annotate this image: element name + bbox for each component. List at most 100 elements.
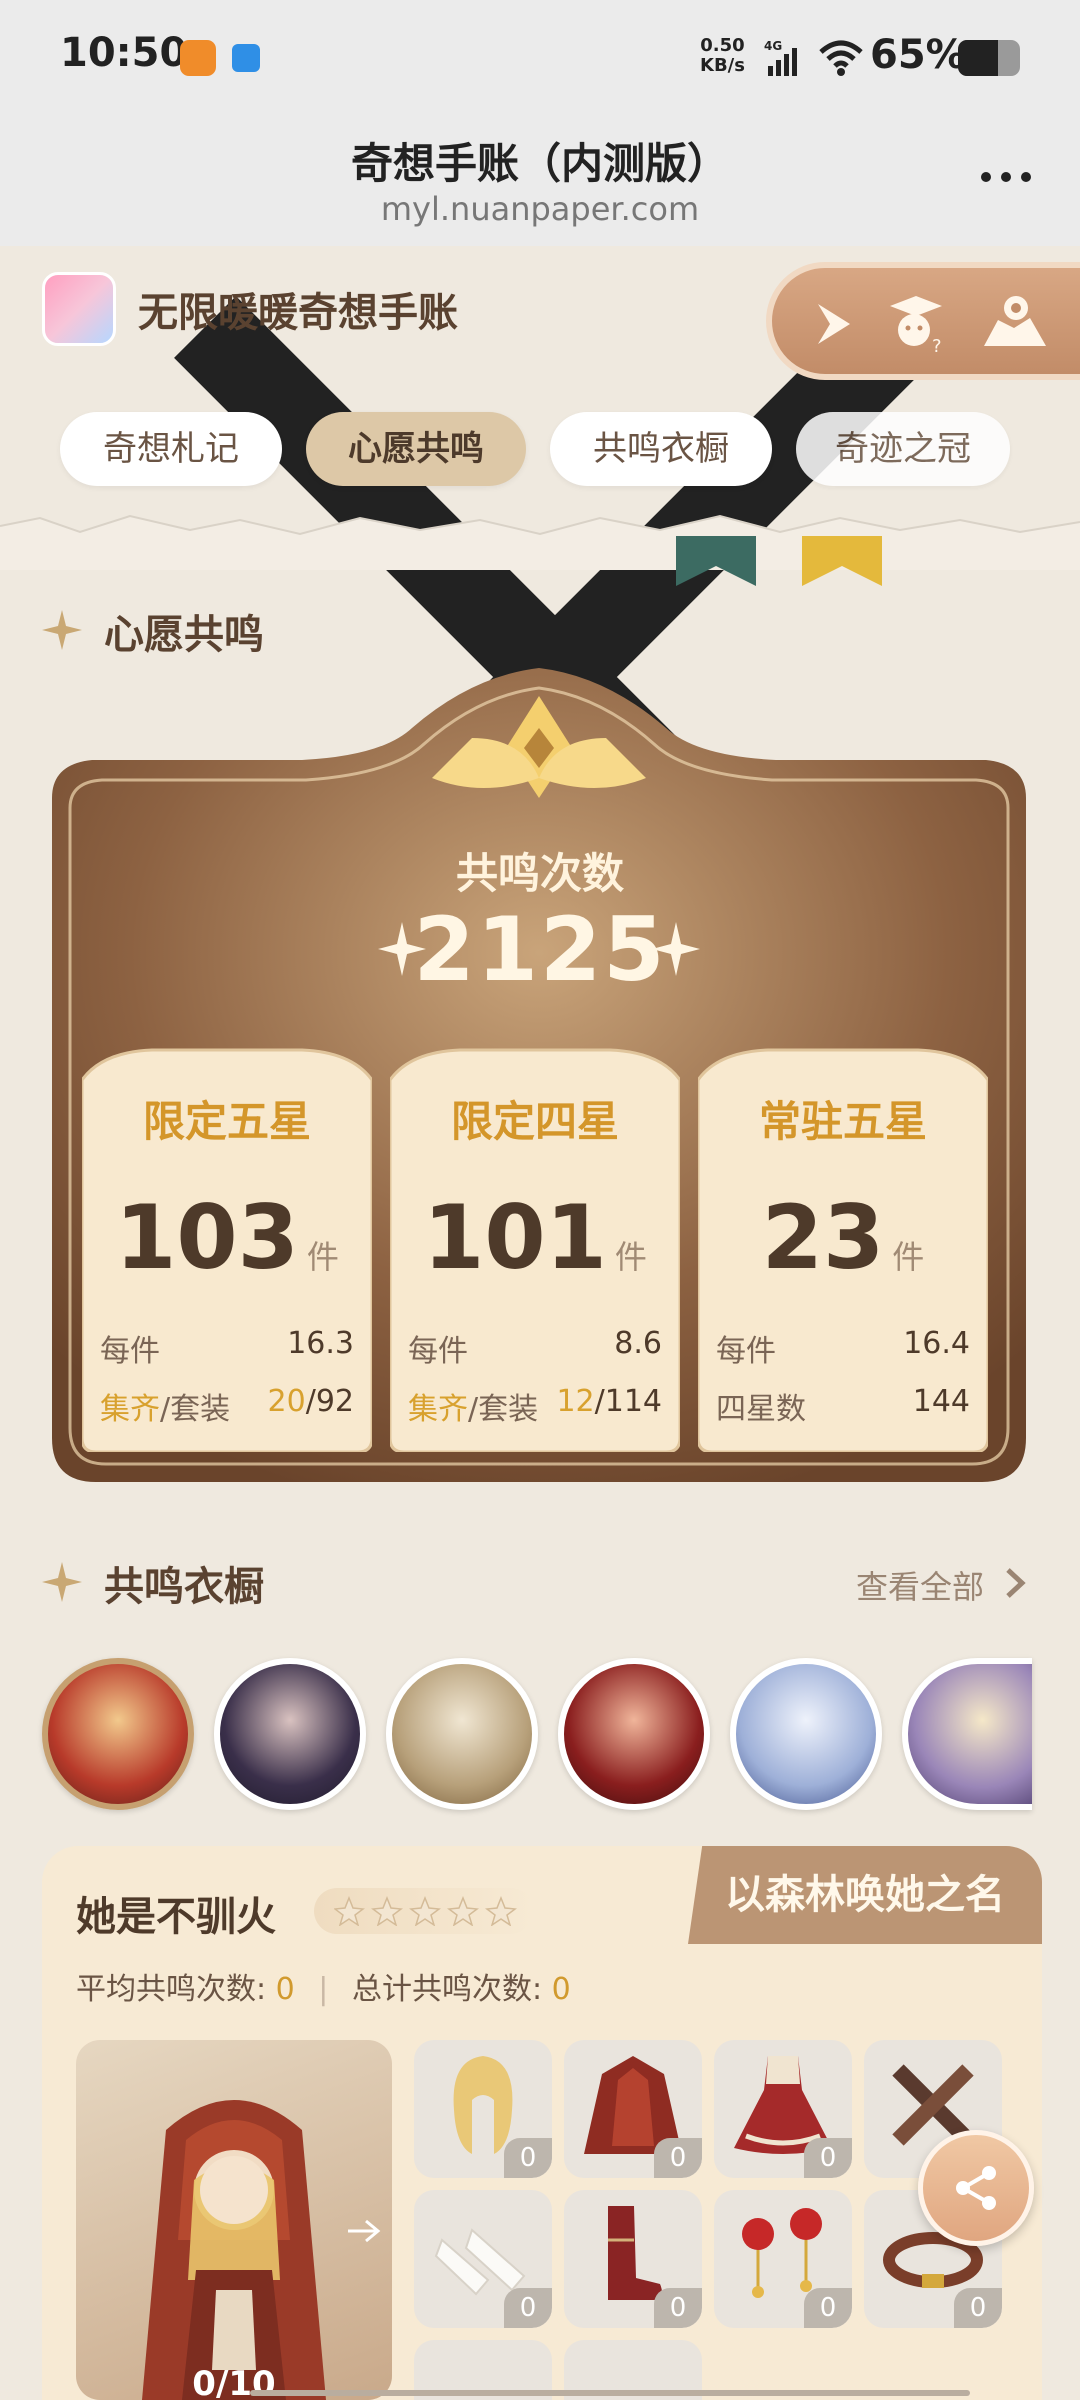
collected-label: 集齐 [408, 1392, 468, 1427]
tab-notes[interactable]: 奇想札记 [60, 412, 282, 486]
panel-count: 103 件 [82, 1186, 372, 1289]
character-illustration [142, 2100, 326, 2400]
star-rating-icons [334, 1896, 517, 1926]
outfit-name: 她是不驯火 [76, 1894, 276, 1940]
tab-bar: 奇想札记 心愿共鸣 共鸣衣橱 奇迹之冠 [60, 412, 1070, 486]
outfit-avatar[interactable] [902, 1658, 1032, 1810]
panel-count-value: 101 [423, 1186, 607, 1289]
panel-count-unit: 件 [892, 1238, 925, 1276]
panel-row-four-star-count: 四星数 144 [716, 1384, 970, 1428]
total-resonance-count: 0 [551, 1972, 571, 2007]
bookmark-ribbon-yellow [802, 536, 882, 586]
stat-panel-limited-4star: 限定四星 101 件 每件 8.6 集齐/套装 12/114 [390, 1046, 680, 1452]
total-resonance-value: 2125 [413, 898, 667, 1001]
status-bar: 10:50 0.50 KB/s 4G 65% [0, 0, 1080, 120]
panel-row-per-item: 每件 16.3 [100, 1326, 354, 1370]
scholar-icon[interactable]: ? [884, 290, 948, 354]
four-star-value: 144 [912, 1384, 970, 1419]
arrow-right-icon[interactable] [346, 2216, 382, 2246]
set-label: /套装 [160, 1392, 231, 1427]
total-resonance-label: 共鸣次数 [455, 849, 624, 898]
tab-resonance-wardrobe[interactable]: 共鸣衣橱 [550, 412, 772, 486]
per-item-label: 每件 [408, 1334, 468, 1369]
panel-row-collected: 集齐/套装 20/92 [100, 1384, 354, 1428]
per-item-label: 每件 [716, 1334, 776, 1369]
tab-wish-resonance[interactable]: 心愿共鸣 [306, 412, 526, 486]
avg-resonance-value: 0 [275, 1972, 295, 2007]
wifi-icon [819, 40, 863, 76]
outfit-item-boots[interactable]: 0 [564, 2190, 702, 2328]
tab-resonance-wardrobe-label: 共鸣衣橱 [593, 429, 729, 469]
outfit-avatar[interactable] [42, 1658, 194, 1810]
panel-count: 23 件 [698, 1186, 988, 1289]
outfit-avatar[interactable] [730, 1658, 882, 1810]
app-notification-icon [180, 40, 216, 76]
item-count: 0 [504, 2288, 552, 2328]
outfit-item-gloves[interactable]: 0 [414, 2190, 552, 2328]
header-actions: ? [766, 262, 1080, 380]
sparkle-icon-right [652, 922, 700, 976]
outfit-avatar[interactable] [386, 1658, 538, 1810]
section-title-wish-resonance: 心愿共鸣 [104, 612, 264, 658]
page-title: 奇想手账（内测版） [350, 139, 729, 188]
section-star-icon [42, 610, 82, 650]
network-speed: 0.50 KB/s [700, 36, 745, 76]
more-options-icon[interactable] [978, 162, 1034, 192]
section-title-wardrobe: 共鸣衣橱 [104, 1564, 264, 1610]
app-name: 无限暖暖奇想手账 [138, 290, 458, 336]
panel-count: 101 件 [390, 1186, 680, 1289]
set-total-value: /92 [305, 1384, 354, 1419]
set-total-value: /114 [594, 1384, 662, 1419]
item-count: 0 [954, 2288, 1002, 2328]
tab-wish-resonance-label: 心愿共鸣 [348, 429, 484, 469]
star-rating [314, 1888, 534, 1934]
outfit-item-hair[interactable]: 0 [414, 2040, 552, 2178]
item-count: 0 [654, 2288, 702, 2328]
home-indicator [250, 2390, 970, 2396]
status-time: 10:50 [60, 30, 188, 76]
stat-panel-standard-5star: 常驻五星 23 件 每件 16.4 四星数 144 [698, 1046, 988, 1452]
panel-count-value: 103 [115, 1186, 299, 1289]
play-arrow-icon[interactable] [812, 300, 856, 348]
outfit-item-cloak[interactable]: 0 [564, 2040, 702, 2178]
net-speed-unit: KB/s [700, 55, 745, 76]
per-item-label: 每件 [100, 1334, 160, 1369]
outfit-avatar[interactable] [558, 1658, 710, 1810]
signal-icon: 4G [764, 39, 797, 76]
share-button[interactable] [918, 2130, 1034, 2246]
panel-row-collected: 集齐/套装 12/114 [408, 1384, 662, 1428]
see-all-link[interactable]: 查看全部 [856, 1562, 984, 1608]
total-resonance-label: 总计共鸣次数: [351, 1972, 543, 2007]
panel-row-per-item: 每件 8.6 [408, 1326, 662, 1370]
sparkle-icon-left [378, 922, 426, 976]
map-pin-icon[interactable] [980, 290, 1050, 354]
panel-title: 限定四星 [450, 1097, 619, 1146]
outfit-stats: 平均共鸣次数: 0 | 总计共鸣次数: 0 [76, 1964, 571, 2008]
outfit-item-dress[interactable]: 0 [714, 2040, 852, 2178]
set-name-tag: 以森林唤她之名 [688, 1846, 1042, 1944]
app-notification-icon-2 [232, 44, 260, 72]
chevron-right-icon[interactable] [1004, 1566, 1026, 1600]
page-url: myl.nuanpaper.com [380, 190, 700, 228]
item-count: 0 [504, 2138, 552, 2178]
panel-count-unit: 件 [614, 1238, 647, 1276]
torn-paper-divider [0, 514, 1080, 570]
outfit-item-rose-earrings[interactable]: 0 [714, 2190, 852, 2328]
panel-count-value: 23 [761, 1186, 885, 1289]
tab-miracle-crown[interactable]: 奇迹之冠 [796, 412, 1010, 486]
collected-value: 20 [267, 1384, 306, 1419]
bookmark-ribbon-green [676, 536, 756, 586]
stat-panel-limited-5star: 限定五星 103 件 每件 16.3 集齐/套装 20/92 [82, 1046, 372, 1452]
see-all-label: 查看全部 [856, 1568, 985, 1606]
avg-resonance-label: 平均共鸣次数: [76, 1972, 267, 2007]
svg-text:?: ? [932, 336, 942, 354]
net-speed-value: 0.50 [700, 35, 745, 56]
outfit-avatar[interactable] [214, 1658, 366, 1810]
panel-row-per-item: 每件 16.4 [716, 1326, 970, 1370]
battery-icon [958, 40, 1020, 76]
panel-count-unit: 件 [306, 1238, 339, 1276]
battery-fill [958, 40, 999, 76]
panel-title: 限定五星 [142, 1097, 311, 1146]
outfit-portrait[interactable] [76, 2040, 392, 2400]
tab-notes-label: 奇想札记 [103, 429, 239, 469]
